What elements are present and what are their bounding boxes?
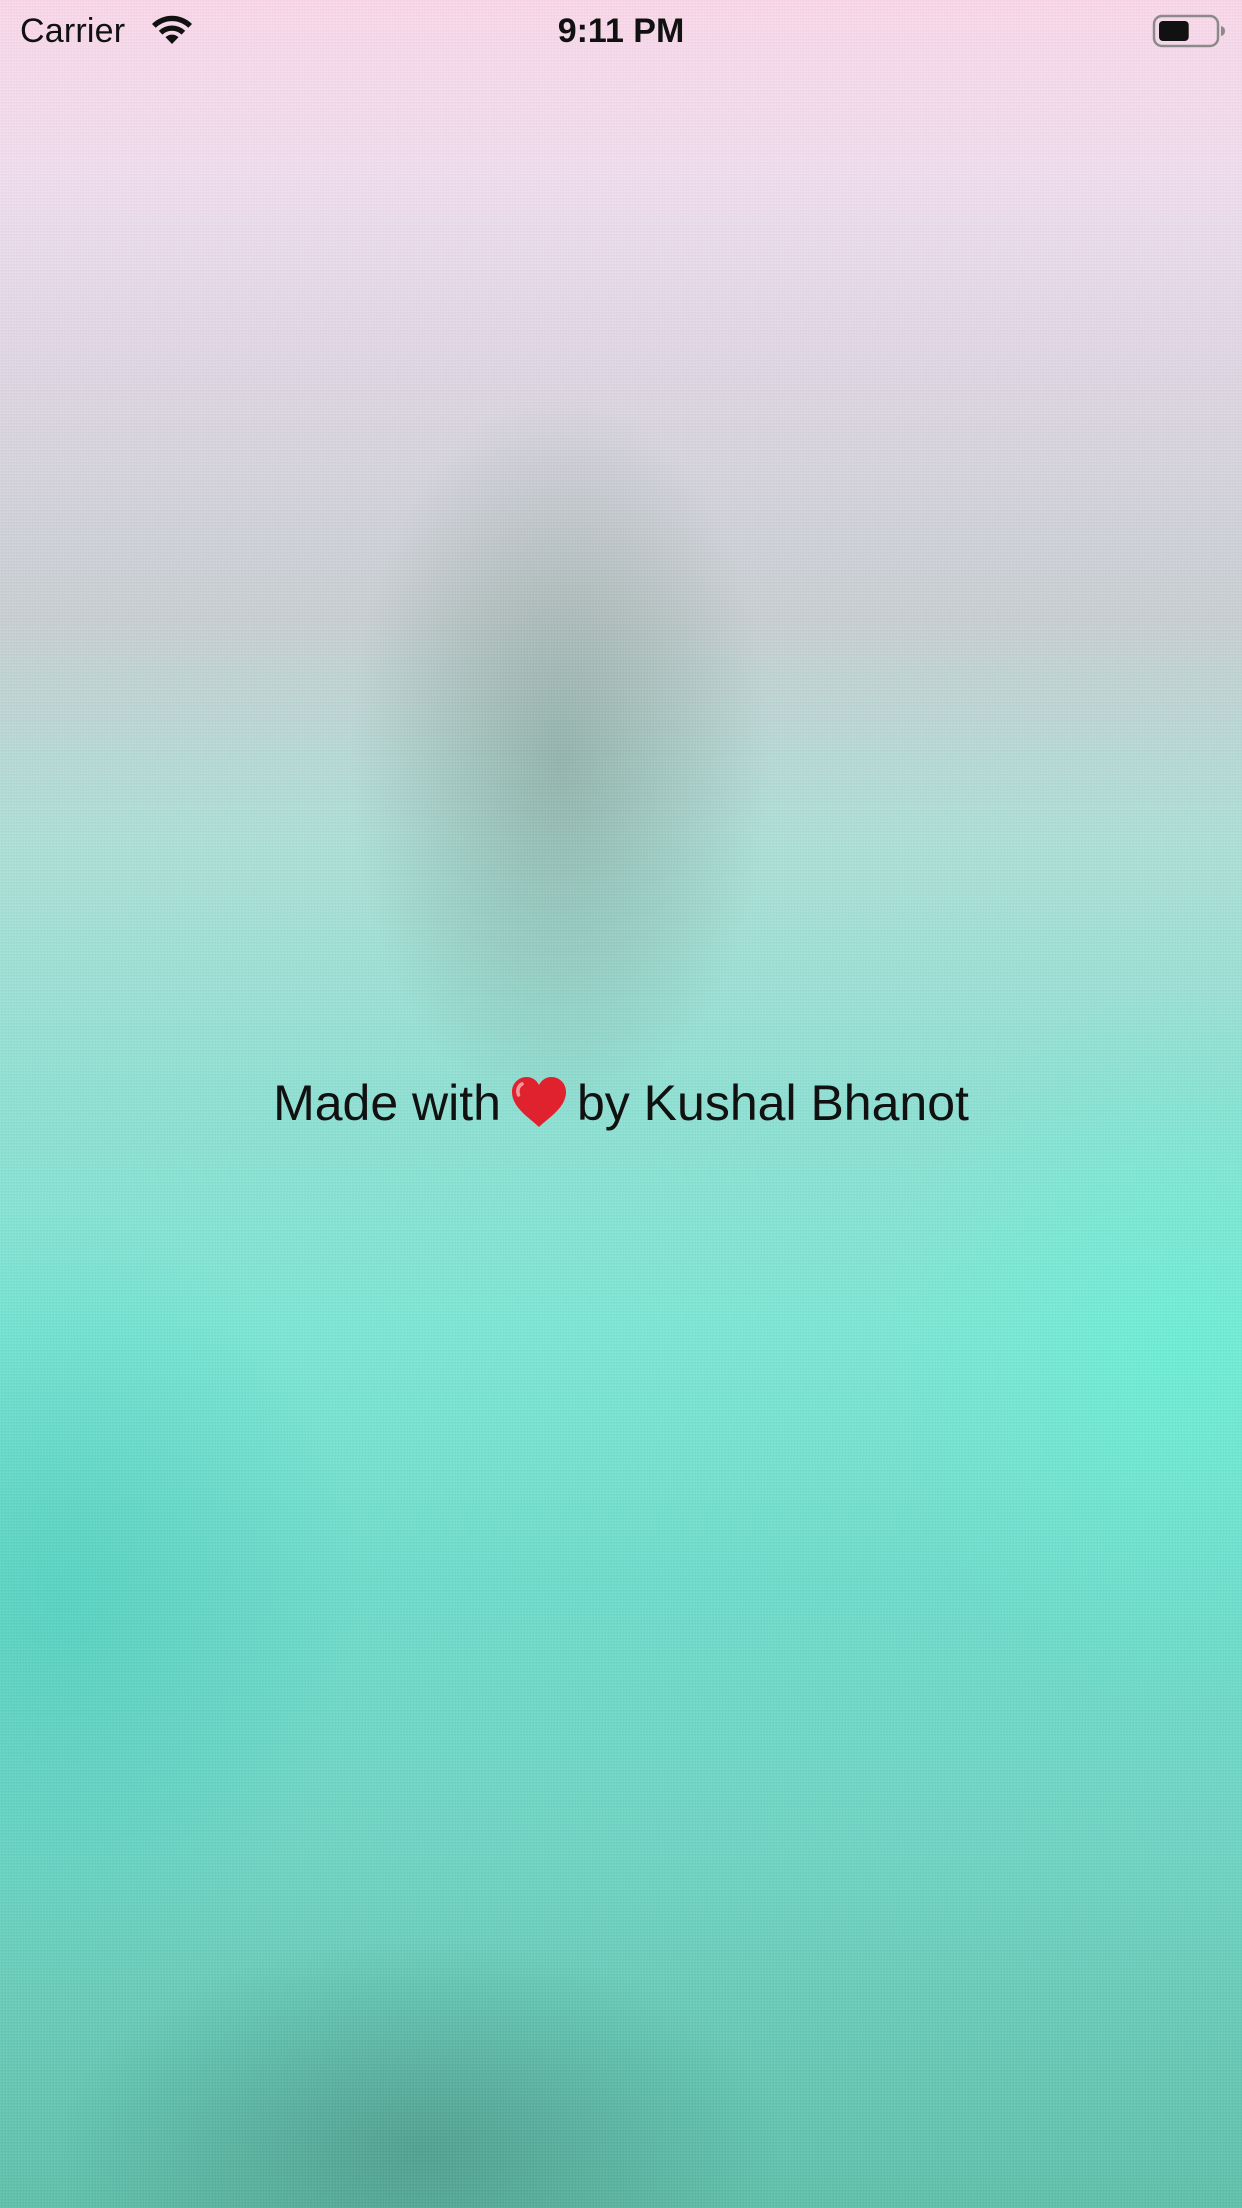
status-time: 9:11 PM [557,12,685,50]
battery-level-fill [1159,21,1189,41]
battery-icon [1152,14,1225,48]
credit-suffix: by Kushal Bhanot [576,1075,969,1131]
status-bar: Carrier 9:11 PM [0,0,1242,62]
credit-text: Made with by Kushal Bhanot [0,1068,1242,1138]
credit-prefix: Made with [273,1075,501,1131]
heart-icon [511,1077,566,1127]
